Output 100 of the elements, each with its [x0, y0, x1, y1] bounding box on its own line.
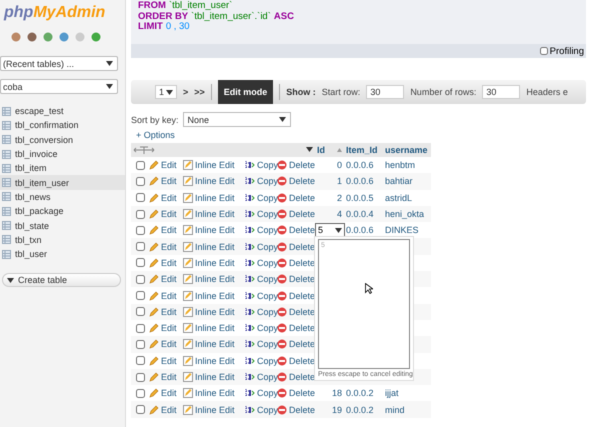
- row-checkbox[interactable]: [136, 340, 145, 349]
- row-action-link[interactable]: Copy: [245, 323, 277, 334]
- table-item[interactable]: tbl_invoice: [0, 146, 125, 162]
- row-action-link[interactable]: Delete: [277, 176, 315, 186]
- row-action-link[interactable]: Copy: [245, 274, 277, 284]
- row-action-link[interactable]: Inline Edit: [183, 274, 245, 284]
- row-action-link[interactable]: Inline Edit: [183, 356, 245, 366]
- table-item[interactable]: escape_test: [0, 104, 125, 118]
- start-row-field[interactable]: 30: [366, 85, 404, 99]
- row-action-link[interactable]: Copy: [245, 339, 277, 350]
- table-item[interactable]: tbl_package: [0, 204, 125, 218]
- row-action-link[interactable]: Edit: [149, 242, 183, 252]
- row-action-link[interactable]: Edit: [149, 388, 183, 398]
- row-action-link[interactable]: Inline Edit: [183, 209, 245, 220]
- row-action-link[interactable]: Edit: [149, 274, 183, 284]
- row-action-link[interactable]: Copy: [245, 372, 277, 382]
- row-action-link[interactable]: Copy: [245, 306, 277, 317]
- row-action-link[interactable]: Edit: [149, 356, 183, 366]
- row-action-link[interactable]: Inline Edit: [183, 306, 245, 317]
- row-action-link[interactable]: Edit: [149, 323, 183, 334]
- row-action-link[interactable]: Delete: [277, 242, 315, 252]
- table-item[interactable]: tbl_item_user: [0, 175, 125, 190]
- row-checkbox[interactable]: [136, 160, 145, 170]
- row-checkbox[interactable]: [136, 210, 145, 219]
- row-action-link[interactable]: Inline Edit: [183, 290, 245, 301]
- row-checkbox[interactable]: [136, 274, 145, 284]
- row-action-link[interactable]: Delete: [277, 290, 315, 301]
- row-checkbox[interactable]: [136, 176, 145, 186]
- row-action-link[interactable]: Edit: [149, 404, 183, 415]
- row-action-link[interactable]: Copy: [245, 160, 277, 170]
- row-action-link[interactable]: Delete: [277, 323, 315, 334]
- row-action-link[interactable]: Delete: [277, 192, 315, 203]
- options-link[interactable]: + Options: [136, 130, 600, 140]
- row-checkbox[interactable]: [136, 372, 145, 382]
- row-checkbox[interactable]: [136, 291, 145, 300]
- table-item[interactable]: tbl_state: [0, 218, 125, 233]
- row-checkbox[interactable]: [136, 242, 145, 252]
- rows-field[interactable]: 30: [482, 85, 520, 99]
- row-action-link[interactable]: Edit: [149, 258, 183, 268]
- column-header[interactable]: username: [383, 142, 431, 156]
- row-action-link[interactable]: Delete: [277, 225, 315, 236]
- row-action-link[interactable]: Inline Edit: [183, 242, 245, 252]
- row-action-link[interactable]: Edit: [149, 192, 183, 203]
- column-header[interactable]: Id: [315, 142, 344, 156]
- row-action-link[interactable]: Delete: [277, 258, 315, 268]
- row-action-link[interactable]: Copy: [245, 258, 277, 268]
- row-action-link[interactable]: Inline Edit: [183, 176, 245, 186]
- row-action-link[interactable]: Delete: [277, 372, 315, 382]
- column-header[interactable]: Item_Id: [344, 142, 383, 156]
- recent-tables-select[interactable]: (Recent tables) ...: [0, 56, 118, 71]
- row-checkbox[interactable]: [136, 193, 145, 202]
- row-checkbox[interactable]: [136, 356, 145, 366]
- profiling-checkbox[interactable]: [540, 47, 548, 55]
- row-checkbox[interactable]: [136, 307, 145, 316]
- row-action-link[interactable]: Delete: [277, 274, 315, 284]
- page-select[interactable]: 1: [155, 85, 177, 99]
- row-action-link[interactable]: Copy: [245, 356, 277, 366]
- row-action-link[interactable]: Copy: [245, 192, 277, 203]
- row-action-link[interactable]: Copy: [245, 404, 277, 415]
- row-action-link[interactable]: Delete: [277, 306, 315, 317]
- row-action-link[interactable]: Copy: [245, 176, 277, 186]
- table-item[interactable]: tbl_item: [0, 161, 125, 176]
- create-table-button[interactable]: Create table: [2, 273, 121, 288]
- row-action-link[interactable]: Delete: [277, 404, 315, 415]
- row-action-link[interactable]: Inline Edit: [183, 225, 245, 236]
- row-action-link[interactable]: Inline Edit: [183, 388, 245, 398]
- row-action-link[interactable]: Edit: [149, 225, 183, 236]
- row-action-link[interactable]: Copy: [245, 209, 277, 220]
- row-action-link[interactable]: Inline Edit: [183, 404, 245, 415]
- row-action-link[interactable]: Inline Edit: [183, 372, 245, 382]
- database-select[interactable]: coba: [0, 79, 118, 94]
- row-checkbox[interactable]: [136, 388, 145, 398]
- row-action-link[interactable]: Copy: [245, 242, 277, 252]
- row-action-link[interactable]: Copy: [245, 290, 277, 301]
- row-action-link[interactable]: Copy: [245, 225, 277, 236]
- last-page-link[interactable]: >>: [194, 87, 205, 97]
- row-action-link[interactable]: Delete: [277, 209, 315, 220]
- table-item[interactable]: tbl_news: [0, 190, 125, 204]
- row-action-link[interactable]: Copy: [245, 388, 277, 398]
- row-checkbox[interactable]: [136, 324, 145, 333]
- row-action-link[interactable]: Inline Edit: [183, 258, 245, 268]
- table-item[interactable]: tbl_conversion: [0, 132, 125, 147]
- row-action-link[interactable]: Edit: [149, 339, 183, 350]
- edit-mode-button[interactable]: Edit mode: [218, 80, 274, 104]
- row-action-link[interactable]: Delete: [277, 388, 315, 398]
- row-action-link[interactable]: Edit: [149, 306, 183, 317]
- row-action-link[interactable]: Delete: [277, 339, 315, 350]
- table-item[interactable]: tbl_confirmation: [0, 118, 125, 133]
- row-action-link[interactable]: Inline Edit: [183, 160, 245, 170]
- row-checkbox[interactable]: [136, 405, 145, 414]
- next-page-link[interactable]: >: [183, 87, 188, 97]
- row-action-link[interactable]: Inline Edit: [183, 339, 245, 350]
- table-item[interactable]: tbl_txn: [0, 232, 125, 247]
- row-action-link[interactable]: Inline Edit: [183, 323, 245, 334]
- row-action-link[interactable]: Edit: [149, 209, 183, 220]
- sort-select[interactable]: None: [182, 112, 291, 127]
- row-action-link[interactable]: Edit: [149, 176, 183, 186]
- row-action-link[interactable]: Edit: [149, 160, 183, 170]
- row-action-link[interactable]: Delete: [277, 356, 315, 366]
- row-checkbox[interactable]: [136, 258, 145, 268]
